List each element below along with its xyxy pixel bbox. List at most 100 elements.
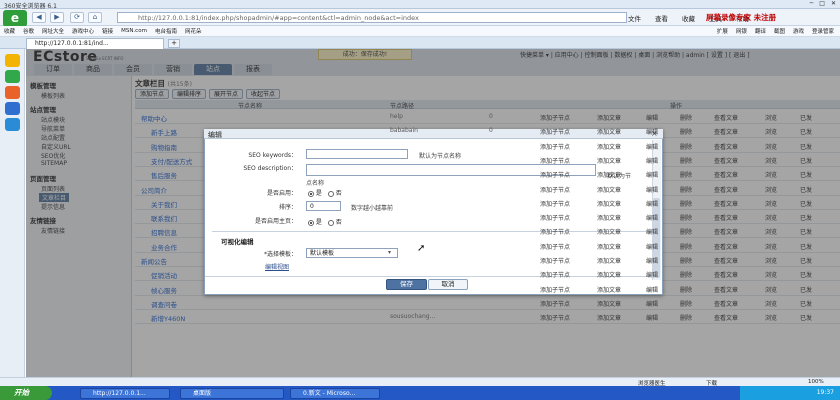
taskbar-item[interactable]: 0.新文 - Microso... — [290, 388, 380, 399]
node-name-link[interactable]: 新闻公告 — [141, 256, 167, 266]
view-articles-link[interactable]: 查看文章 — [714, 227, 738, 236]
node-name-link[interactable]: 公司简介 — [141, 185, 167, 195]
delete-link[interactable]: 删除 — [680, 142, 692, 151]
edit-link[interactable]: 编辑 — [646, 242, 658, 251]
add-child-node-link[interactable]: 添加子节点 — [540, 270, 570, 279]
back-icon[interactable]: ◀ — [32, 12, 46, 23]
view-articles-link[interactable]: 查看文章 — [714, 113, 738, 122]
published-badge[interactable]: 已发 — [800, 199, 812, 208]
delete-link[interactable]: 删除 — [680, 185, 692, 194]
node-name-link[interactable]: 购物指南 — [151, 142, 177, 152]
mail-rail-icon[interactable] — [5, 102, 20, 115]
published-badge[interactable]: 已发 — [800, 113, 812, 122]
published-badge[interactable]: 已发 — [800, 242, 812, 251]
add-article-link[interactable]: 添加文章 — [597, 285, 621, 294]
view-articles-link[interactable]: 查看文章 — [714, 185, 738, 194]
edit-link[interactable]: 编辑 — [646, 299, 658, 308]
add-child-node-link[interactable]: 添加子节点 — [540, 313, 570, 322]
add-article-link[interactable]: 添加文章 — [597, 199, 621, 208]
add-article-link[interactable]: 添加文章 — [597, 127, 621, 136]
add-child-node-link[interactable]: 添加子节点 — [540, 113, 570, 122]
add-child-node-link[interactable]: 添加子节点 — [540, 213, 570, 222]
delete-link[interactable]: 删除 — [680, 213, 692, 222]
maximize-icon[interactable]: □ — [819, 0, 825, 7]
home-icon[interactable]: ⌂ — [88, 12, 102, 23]
add-child-node-link[interactable]: 添加子节点 — [540, 142, 570, 151]
view-articles-link[interactable]: 查看文章 — [714, 299, 738, 308]
node-name-link[interactable]: 新手上路 — [151, 127, 177, 137]
published-badge[interactable]: 已发 — [800, 313, 812, 322]
fav-item[interactable]: 谷歌 — [23, 27, 34, 35]
add-child-node-link[interactable]: 添加子节点 — [540, 156, 570, 165]
browse-link[interactable]: 浏览 — [765, 156, 777, 165]
add-article-link[interactable]: 添加文章 — [597, 142, 621, 151]
taskbar-item[interactable]: http://127.0.0.1... — [80, 388, 170, 399]
browse-link[interactable]: 浏览 — [765, 242, 777, 251]
add-child-node-link[interactable]: 添加子节点 — [540, 127, 570, 136]
node-name-link[interactable]: 帮助中心 — [141, 113, 167, 123]
scrollbar-thumb[interactable] — [653, 198, 660, 278]
published-badge[interactable]: 已发 — [800, 285, 812, 294]
browse-link[interactable]: 浏览 — [765, 270, 777, 279]
app-rail-icon[interactable] — [5, 70, 20, 83]
fav-item[interactable]: 网花朵 — [185, 27, 202, 35]
fav-item[interactable]: 网址大全 — [42, 27, 64, 35]
ext-item[interactable]: 游戏 — [793, 27, 804, 35]
edit-link[interactable]: 编辑 — [646, 313, 658, 322]
delete-link[interactable]: 删除 — [680, 127, 692, 136]
add-article-link[interactable]: 添加文章 — [597, 213, 621, 222]
add-article-link[interactable]: 添加文章 — [597, 113, 621, 122]
minimize-icon[interactable]: ─ — [810, 0, 814, 7]
view-articles-link[interactable]: 查看文章 — [714, 285, 738, 294]
published-badge[interactable]: 已发 — [800, 299, 812, 308]
add-child-node-link[interactable]: 添加子节点 — [540, 170, 570, 179]
add-article-link[interactable]: 添加文章 — [597, 256, 621, 265]
node-name-link[interactable]: 关于我们 — [151, 199, 177, 209]
delete-link[interactable]: 删除 — [680, 285, 692, 294]
browse-link[interactable]: 浏览 — [765, 313, 777, 322]
browse-link[interactable]: 浏览 — [765, 142, 777, 151]
browse-link[interactable]: 浏览 — [765, 113, 777, 122]
edit-link[interactable]: 编辑 — [646, 170, 658, 179]
ext-item[interactable]: 翻译 — [755, 27, 766, 35]
add-article-link[interactable]: 添加文章 — [597, 156, 621, 165]
published-badge[interactable]: 已发 — [800, 142, 812, 151]
favorites-rail-icon[interactable] — [5, 54, 20, 67]
edit-link[interactable]: 编辑 — [646, 199, 658, 208]
weibo-rail-icon[interactable] — [5, 86, 20, 99]
node-name-link[interactable]: 促销活动 — [151, 270, 177, 280]
cancel-button[interactable]: 取消 — [428, 279, 468, 290]
enabled-yes-radio[interactable] — [308, 190, 314, 197]
edit-link[interactable]: 编辑 — [646, 127, 658, 136]
delete-link[interactable]: 删除 — [680, 227, 692, 236]
close-icon[interactable]: ✕ — [831, 0, 836, 7]
ext-item[interactable]: 登录管家 — [812, 27, 834, 35]
edit-link[interactable]: 编辑 — [646, 156, 658, 165]
add-child-node-link[interactable]: 添加子节点 — [540, 242, 570, 251]
zoom-level[interactable]: 100% — [808, 379, 824, 385]
delete-link[interactable]: 删除 — [680, 299, 692, 308]
delete-link[interactable]: 删除 — [680, 199, 692, 208]
browser-logo-icon[interactable]: e — [3, 10, 27, 27]
edit-link[interactable]: 编辑 — [646, 185, 658, 194]
ext-item[interactable]: 网银 — [736, 27, 747, 35]
view-articles-link[interactable]: 查看文章 — [714, 213, 738, 222]
new-tab-button[interactable]: + — [168, 39, 180, 48]
fav-item[interactable]: 收藏 — [4, 27, 15, 35]
browse-link[interactable]: 浏览 — [765, 285, 777, 294]
browse-link[interactable]: 浏览 — [765, 127, 777, 136]
save-button[interactable]: 保存 — [386, 279, 427, 290]
browse-link[interactable]: 浏览 — [765, 170, 777, 179]
homepage-yes-radio[interactable] — [308, 219, 314, 226]
published-badge[interactable]: 已发 — [800, 170, 812, 179]
node-name-link[interactable]: 售后服务 — [151, 170, 177, 180]
add-article-link[interactable]: 添加文章 — [597, 227, 621, 236]
node-name-link[interactable]: 业务合作 — [151, 242, 177, 252]
published-badge[interactable]: 已发 — [800, 185, 812, 194]
add-article-link[interactable]: 添加文章 — [597, 185, 621, 194]
edit-link[interactable]: 编辑 — [646, 256, 658, 265]
browse-link[interactable]: 浏览 — [765, 256, 777, 265]
delete-link[interactable]: 删除 — [680, 270, 692, 279]
view-articles-link[interactable]: 查看文章 — [714, 142, 738, 151]
delete-link[interactable]: 删除 — [680, 170, 692, 179]
